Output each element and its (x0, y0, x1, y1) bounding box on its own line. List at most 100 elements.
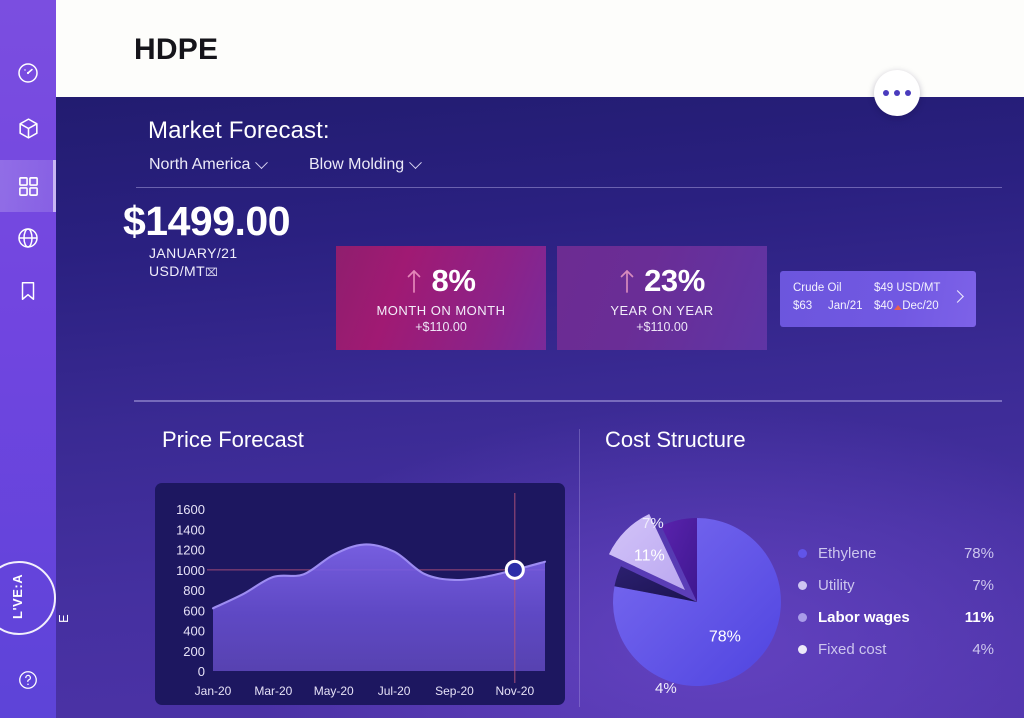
sidebar: L'VE:A E (0, 0, 71, 718)
cost-structure-legend: Ethylene 78% Utility 7% Labor wages 11% … (798, 537, 994, 665)
price-forecast-svg: 0 200 400 600 800 1000 1200 1400 1600 Jan-20 Mar-… (176, 493, 547, 698)
more-options-button[interactable] (874, 70, 920, 116)
globe-icon (16, 226, 40, 250)
svg-text:Jul-20: Jul-20 (378, 684, 411, 698)
legend-dot-icon (798, 548, 807, 558)
crude-oil-price: $63 (793, 300, 813, 312)
metric-value-row: 23% (619, 263, 705, 299)
svg-text:0: 0 (198, 664, 205, 679)
svg-text:May-20: May-20 (314, 684, 354, 698)
metric-label: MONTH ON MONTH (376, 302, 506, 318)
pie-label-utility: 7% (642, 515, 664, 532)
metric-card-year-on-year[interactable]: 23% YEAR ON YEAR +$110.00 (557, 246, 767, 350)
unit-info-icon: ⌧ (205, 267, 219, 279)
legend-item-ethylene[interactable]: Ethylene 78% (798, 537, 994, 569)
x-axis-tick-labels: Jan-20 Mar-20 May-20 Jul-20 Sep-20 Nov-20 (195, 684, 535, 698)
legend-item-labor-wages[interactable]: Labor wages 11% (798, 601, 994, 633)
legend-item-fixed-cost[interactable]: Fixed cost 4% (798, 633, 994, 665)
gauge-icon (16, 61, 40, 85)
sidebar-item-grid[interactable] (0, 160, 56, 212)
process-selector[interactable]: Blow Molding (309, 155, 423, 174)
more-dot (894, 90, 900, 96)
help-icon (17, 669, 39, 696)
metric-card-month-on-month[interactable]: 8% MONTH ON MONTH +$110.00 (336, 246, 546, 350)
price-forecast-chart[interactable]: 0 200 400 600 800 1000 1200 1400 1600 Jan-20 Mar-… (155, 483, 565, 705)
sidebar-item-global[interactable] (0, 212, 56, 264)
legend-dot-icon (798, 580, 807, 590)
brand-logo: L'VE:A E (0, 545, 80, 649)
arrow-up-icon (619, 268, 635, 294)
svg-text:1200: 1200 (176, 543, 205, 558)
region-selector-label: North America (149, 156, 251, 173)
legend-value: 78% (963, 544, 994, 562)
legend-dot-icon (798, 612, 807, 622)
market-forecast-title: Market Forecast: (148, 117, 330, 144)
crude-oil-alt-price: $40 (874, 300, 894, 312)
cost-structure-title: Cost Structure (605, 427, 746, 452)
legend-dot-icon (798, 644, 807, 654)
logo-ring (0, 561, 56, 635)
legend-value: 11% (964, 608, 994, 626)
svg-text:Nov-20: Nov-20 (495, 684, 534, 698)
svg-text:200: 200 (183, 644, 205, 659)
svg-text:600: 600 (183, 603, 205, 618)
logo-text-primary: L'VE:A (10, 573, 25, 619)
svg-text:1600: 1600 (176, 502, 205, 517)
chevron-right-icon[interactable] (951, 290, 964, 303)
crude-oil-card[interactable]: Crude Oil $63 Jan/21 $49 USD/MT $40 Dec/2… (780, 271, 976, 327)
legend-value: 7% (972, 576, 994, 594)
crude-oil-alt-row: $40 Dec/20 (874, 300, 939, 312)
sidebar-item-bookmarks[interactable] (0, 265, 56, 317)
process-selector-label: Blow Molding (309, 156, 405, 173)
bookmark-icon (17, 280, 39, 302)
price-forecast-title: Price Forecast (162, 427, 304, 452)
chevron-down-icon (255, 155, 269, 169)
svg-text:Jan-20: Jan-20 (195, 684, 232, 698)
price-period: JANUARY/21 (149, 245, 238, 261)
legend-label: Fixed cost (818, 640, 887, 658)
sidebar-item-products[interactable] (0, 102, 56, 154)
main-content: Market Forecast: North America Blow Mold… (56, 97, 1024, 718)
pie-label-labor-wages: 11% (634, 547, 665, 564)
forecast-divider (136, 187, 1002, 188)
more-dot (905, 90, 911, 96)
price-value: $1499.00 (123, 198, 291, 244)
page-title: HDPE (134, 33, 219, 66)
pie-label-fixed-cost: 4% (655, 680, 677, 697)
y-axis-tick-labels: 0 200 400 600 800 1000 1200 1400 1600 (176, 502, 205, 679)
cost-structure-svg: 78% 11% (608, 513, 781, 686)
chart-marker[interactable] (504, 559, 525, 580)
metric-percent: 8% (431, 262, 476, 298)
grid-icon (17, 175, 40, 198)
region-selector[interactable]: North America (149, 155, 269, 174)
price-unit-label: USD/MT (149, 263, 206, 279)
metric-label: YEAR ON YEAR (610, 302, 714, 318)
panel-divider (579, 429, 580, 707)
more-dot (883, 90, 889, 96)
svg-text:400: 400 (183, 624, 205, 639)
pie-label-ethylene: 78% (709, 629, 741, 646)
crude-oil-name: Crude Oil (793, 282, 842, 294)
legend-value: 4% (972, 640, 994, 658)
pie-slices (608, 513, 781, 686)
dashboard-screen: L'VE:A E HDPE Market Forecast: North Ame… (0, 0, 1024, 718)
series-area (213, 544, 545, 671)
metric-percent: 23% (644, 262, 705, 298)
legend-label: Utility (818, 576, 855, 594)
svg-text:1400: 1400 (176, 522, 205, 537)
svg-text:800: 800 (183, 583, 205, 598)
crude-oil-alt-date: Dec/20 (902, 300, 939, 312)
svg-text:1000: 1000 (176, 563, 205, 578)
metric-value-row: 8% (406, 262, 476, 299)
sidebar-item-dashboard[interactable] (0, 47, 56, 99)
cube-icon (16, 116, 41, 141)
section-divider (134, 400, 1002, 402)
svg-text:Sep-20: Sep-20 (435, 684, 474, 698)
cost-structure-chart[interactable]: 78% 11% 7% 4% (605, 502, 795, 702)
price-unit: USD/MT⌧ (149, 263, 218, 279)
chevron-down-icon (409, 155, 423, 169)
logo-text-secondary: E (56, 613, 71, 623)
sidebar-item-help[interactable] (0, 660, 56, 704)
legend-item-utility[interactable]: Utility 7% (798, 569, 994, 601)
metric-delta: +$110.00 (415, 319, 467, 334)
